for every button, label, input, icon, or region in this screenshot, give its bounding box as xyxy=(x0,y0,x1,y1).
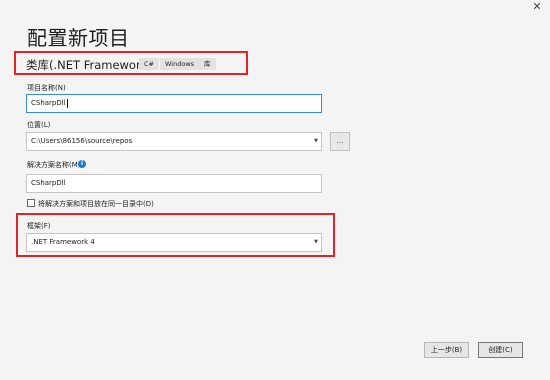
text-caret xyxy=(66,98,68,108)
project-name-input[interactable]: CSharpDll xyxy=(26,94,322,113)
location-value: C:\Users\86156\source\repos xyxy=(31,137,133,145)
framework-value: .NET Framework 4 xyxy=(31,238,95,246)
page-title: 配置新项目 xyxy=(27,26,130,50)
tag-type: 库 xyxy=(199,58,216,70)
project-name-value: CSharpDll xyxy=(31,99,66,107)
create-button[interactable]: 创建(C) xyxy=(478,342,523,358)
chevron-down-icon: ▼ xyxy=(314,138,318,144)
browse-button[interactable]: ... xyxy=(330,132,350,151)
framework-label: 框架(F) xyxy=(27,222,51,230)
solution-name-label: 解决方案名称(M) xyxy=(27,161,81,169)
close-button[interactable]: ✕ xyxy=(527,0,547,16)
template-name: 类库(.NET Framework) xyxy=(26,58,152,72)
same-directory-label[interactable]: 将解决方案和项目放在同一目录中(D) xyxy=(38,199,154,209)
location-select[interactable]: C:\Users\86156\source\repos ▼ xyxy=(26,132,322,151)
project-name-label: 项目名称(N) xyxy=(27,84,66,92)
info-icon[interactable]: i xyxy=(78,160,86,168)
ellipsis-icon: ... xyxy=(336,137,344,145)
solution-name-value: CSharpDll xyxy=(31,179,66,187)
chevron-down-icon: ▼ xyxy=(314,239,318,245)
back-button[interactable]: 上一步(B) xyxy=(424,342,469,358)
tag-platform: Windows xyxy=(160,58,200,70)
framework-select[interactable]: .NET Framework 4 ▼ xyxy=(26,233,322,252)
same-directory-checkbox[interactable] xyxy=(27,199,35,207)
location-label: 位置(L) xyxy=(27,121,51,129)
solution-name-input[interactable]: CSharpDll xyxy=(26,174,322,193)
close-icon: ✕ xyxy=(532,0,542,13)
tag-language: C# xyxy=(139,58,159,70)
